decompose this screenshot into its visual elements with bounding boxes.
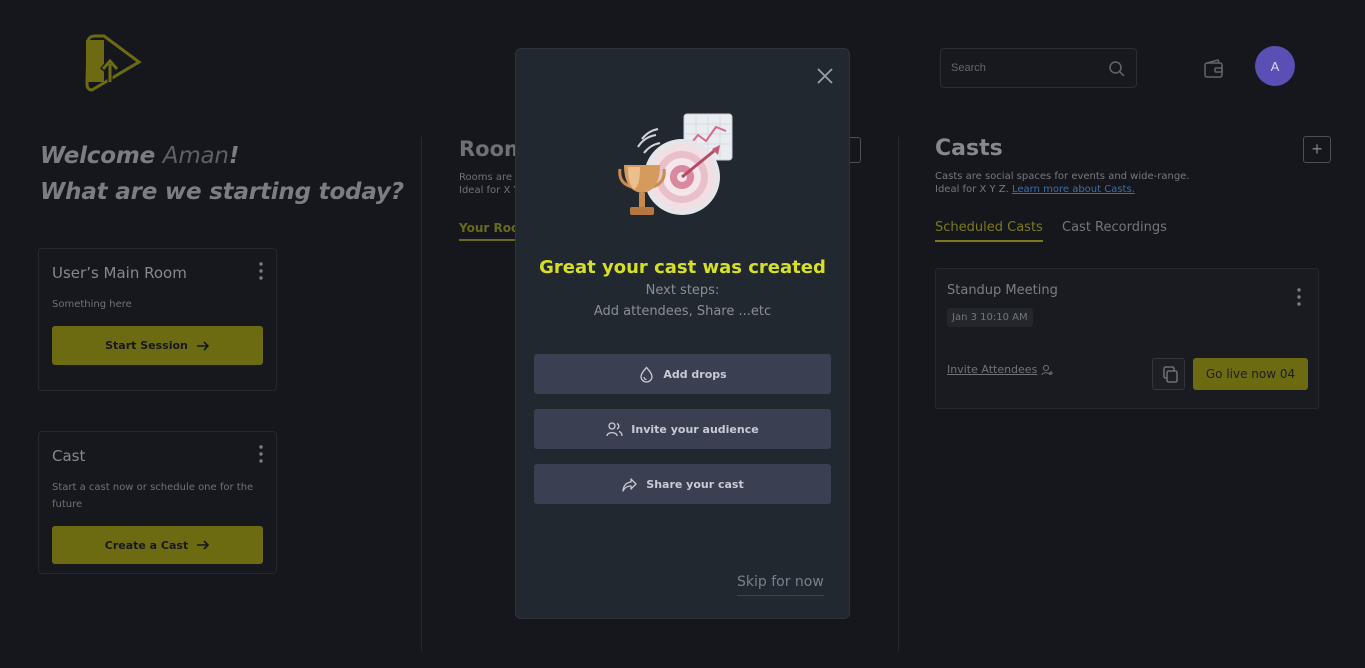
rooms-desc-line1: Rooms are	[459, 172, 513, 183]
main-room-desc: Something here	[52, 299, 132, 310]
casts-desc-line1: Casts are social spaces for events and w…	[935, 171, 1190, 182]
wallet-icon[interactable]	[1203, 58, 1225, 80]
arrow-right-icon	[196, 340, 210, 351]
copy-button[interactable]	[1152, 358, 1185, 390]
main-room-card: User’s Main Room Something here Start Se…	[38, 248, 277, 391]
share-cast-label: Share your cast	[646, 477, 744, 491]
arrow-right-icon	[197, 540, 210, 550]
modal-next-steps-detail: Add attendees, Share ...etc	[593, 304, 772, 319]
casts-title: Casts	[935, 136, 1003, 161]
kebab-icon[interactable]	[256, 261, 266, 281]
cast-card-desc: Start a cast now or schedule one for the…	[52, 482, 254, 510]
meeting-title: Standup Meeting	[947, 283, 1058, 298]
add-drops-button[interactable]: Add drops	[534, 354, 831, 394]
casts-desc: Casts are social spaces for events and w…	[935, 170, 1190, 196]
create-cast-button[interactable]: Create a Cast	[52, 526, 263, 564]
trophy-target-illustration	[618, 113, 733, 215]
learn-more-link[interactable]: Learn more about Casts.	[1012, 184, 1135, 195]
invite-attendees-label: Invite Attendees	[947, 363, 1038, 376]
add-cast-button[interactable]: +	[1303, 136, 1331, 163]
invite-attendees-link[interactable]: Invite Attendees	[947, 363, 1054, 376]
dashboard-background: A Welcome Aman! What are we starting tod…	[0, 0, 1365, 668]
column-divider	[898, 137, 899, 651]
invite-audience-label: Invite your audience	[631, 422, 759, 436]
welcome-heading: Welcome Aman! What are we starting today…	[40, 138, 404, 210]
cast-created-modal: Great your cast was created Next steps: …	[515, 48, 850, 619]
casts-desc-line2: Ideal for X Y Z.	[935, 184, 1012, 195]
kebab-icon[interactable]	[1294, 287, 1304, 307]
main-room-title: User’s Main Room	[52, 264, 187, 282]
tab-scheduled-casts[interactable]: Scheduled Casts	[935, 220, 1043, 242]
scheduled-cast-card: Standup Meeting Jan 3 10:10 AM Invite At…	[935, 268, 1319, 409]
search-input[interactable]	[941, 49, 1101, 87]
cast-card: Cast Start a cast now or schedule one fo…	[38, 431, 277, 574]
start-session-label: Start Session	[105, 339, 188, 352]
close-icon[interactable]	[815, 66, 835, 86]
share-cast-button[interactable]: Share your cast	[534, 464, 831, 504]
users-icon	[606, 421, 623, 436]
share-icon	[622, 477, 637, 492]
tab-cast-recordings[interactable]: Cast Recordings	[1062, 220, 1167, 240]
welcome-question: What are we starting today?	[40, 179, 404, 205]
rooms-desc: Rooms are Ideal for X Y	[459, 171, 519, 197]
add-user-icon	[1041, 364, 1054, 375]
go-live-button[interactable]: Go live now 04	[1193, 358, 1308, 390]
column-divider	[421, 137, 422, 651]
modal-next-steps: Next steps:	[645, 283, 720, 298]
avatar[interactable]: A	[1255, 46, 1295, 86]
copy-icon	[1163, 366, 1178, 383]
logo-icon[interactable]	[82, 32, 142, 92]
invite-audience-button[interactable]: Invite your audience	[534, 409, 831, 449]
welcome-greeting: Welcome	[40, 143, 163, 169]
skip-for-now-link[interactable]: Skip for now	[737, 574, 824, 596]
tab-your-rooms[interactable]: Your Rooms	[459, 221, 519, 241]
start-session-button[interactable]: Start Session	[52, 326, 263, 365]
create-cast-label: Create a Cast	[104, 538, 189, 552]
add-drops-label: Add drops	[663, 367, 727, 381]
cast-card-title: Cast	[52, 447, 86, 465]
user-name: Aman	[162, 143, 229, 169]
meeting-date-badge: Jan 3 10:10 AM	[947, 308, 1033, 327]
rooms-desc-line2: Ideal for X Y	[459, 185, 519, 196]
welcome-exclaim: !	[228, 143, 240, 169]
drop-icon	[640, 366, 653, 383]
search-box	[940, 48, 1137, 88]
modal-headline: Great your cast was created	[539, 257, 826, 278]
search-icon[interactable]	[1108, 60, 1126, 78]
kebab-icon[interactable]	[256, 444, 266, 464]
